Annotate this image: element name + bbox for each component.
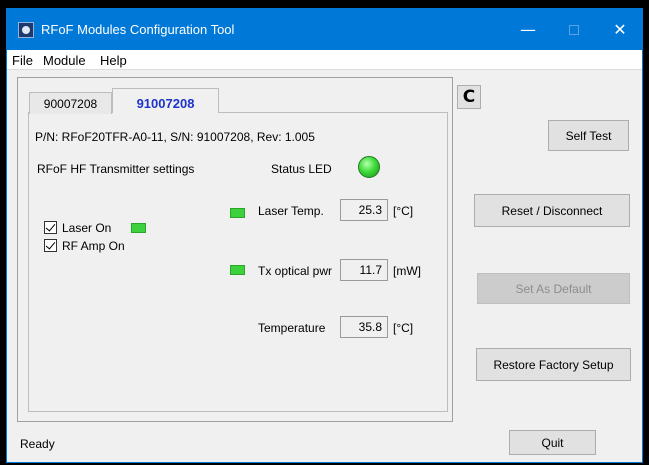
quit-button[interactable]: Quit xyxy=(509,430,596,455)
tx-power-led-icon xyxy=(230,265,245,275)
self-test-button[interactable]: Self Test xyxy=(548,120,629,151)
tx-power-label: Tx optical pwr xyxy=(258,264,333,278)
laser-on-label[interactable]: Laser On xyxy=(62,221,111,235)
laser-temp-value: 25.3 xyxy=(340,199,388,221)
menu-file[interactable]: File xyxy=(12,53,33,68)
set-as-default-button[interactable]: Set As Default xyxy=(477,273,630,304)
menu-help[interactable]: Help xyxy=(100,53,127,68)
laser-temp-unit: [°C] xyxy=(393,204,414,218)
laser-temp-led-icon xyxy=(230,208,245,218)
tx-power-unit: [mW] xyxy=(393,264,421,278)
minimize-button[interactable]: — xyxy=(505,9,551,50)
window-title: RFoF Modules Configuration Tool xyxy=(41,22,235,37)
temperature-value: 35.8 xyxy=(340,316,388,338)
temperature-unit: [°C] xyxy=(393,321,414,335)
tx-power-value: 11.7 xyxy=(340,259,388,281)
section-label: RFoF HF Transmitter settings xyxy=(37,162,195,176)
tab-91007208[interactable]: 91007208 xyxy=(112,88,219,113)
title-bar[interactable]: RFoF Modules Configuration Tool — ✕ xyxy=(7,9,642,50)
rf-amp-label[interactable]: RF Amp On xyxy=(62,239,125,253)
temperature-label: Temperature xyxy=(258,321,326,335)
status-led-icon xyxy=(358,156,380,178)
menu-module[interactable]: Module xyxy=(43,53,86,68)
menu-bar: File Module Help xyxy=(7,50,642,70)
status-text: Ready xyxy=(20,437,55,451)
status-led-label: Status LED xyxy=(271,162,332,176)
module-panel: 90007208 91007208 P/N: RFoF20TFR-A0-11, … xyxy=(17,77,453,422)
rf-amp-checkbox[interactable] xyxy=(44,239,57,252)
laser-on-led-icon xyxy=(131,223,146,233)
refresh-button[interactable]: C xyxy=(457,85,481,109)
restore-factory-button[interactable]: Restore Factory Setup xyxy=(476,348,631,381)
maximize-button[interactable] xyxy=(551,9,597,50)
refresh-icon: C xyxy=(462,87,476,107)
close-button[interactable]: ✕ xyxy=(597,9,643,50)
laser-on-checkbox[interactable] xyxy=(44,221,57,234)
reset-disconnect-button[interactable]: Reset / Disconnect xyxy=(474,194,630,227)
laser-temp-label: Laser Temp. xyxy=(258,204,324,218)
maximize-icon xyxy=(569,24,579,35)
module-info: P/N: RFoF20TFR-A0-11, S/N: 91007208, Rev… xyxy=(35,130,315,144)
app-icon xyxy=(18,22,34,38)
tab-90007208[interactable]: 90007208 xyxy=(29,92,112,114)
